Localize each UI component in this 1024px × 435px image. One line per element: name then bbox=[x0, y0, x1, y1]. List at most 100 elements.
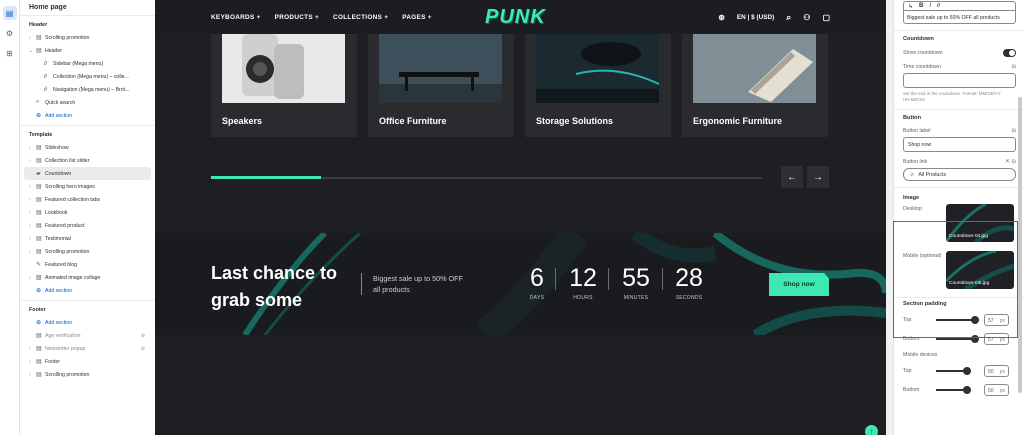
panel-gap bbox=[886, 0, 893, 435]
store-logo[interactable]: PUNK bbox=[485, 6, 546, 29]
sidebar-item-scrolling-promotion-footer[interactable]: › ▤ Scrolling promotion bbox=[20, 368, 155, 381]
sidebar-item-testimonial[interactable]: › ▤ Testimonial bbox=[20, 232, 155, 245]
sidebar-item-age-verification[interactable]: ▤ Age verification ⊘ bbox=[20, 329, 155, 342]
sidebar-item-scrolling-promotion-2[interactable]: › ▤ Scrolling promotion bbox=[20, 245, 155, 258]
add-section-footer-button[interactable]: ⊕ Add section bbox=[20, 316, 155, 329]
chevron-right-icon[interactable]: › bbox=[29, 158, 36, 164]
database-icon[interactable]: ⊟ bbox=[1012, 159, 1016, 165]
speakers-image bbox=[222, 34, 345, 103]
text-style-icon[interactable]: ↳ bbox=[908, 3, 913, 10]
section-icon: ▤ bbox=[36, 35, 42, 41]
chevron-right-icon[interactable]: › bbox=[29, 249, 36, 255]
button-link-input[interactable]: ⊘ All Products bbox=[903, 168, 1016, 181]
mobile-padding-top-input[interactable]: 50 px bbox=[984, 365, 1009, 377]
nav-keyboards[interactable]: KEYBOARDS + bbox=[211, 14, 261, 21]
add-section-template-button[interactable]: ⊕ Add section bbox=[20, 284, 155, 297]
nav-collections[interactable]: COLLECTIONS + bbox=[333, 14, 388, 21]
mobile-padding-bottom-slider[interactable] bbox=[936, 386, 971, 394]
cart-icon[interactable]: ▢ bbox=[822, 13, 830, 22]
plus-circle-icon: ⊕ bbox=[36, 320, 42, 326]
next-slide-button[interactable]: → bbox=[807, 166, 829, 188]
time-countdown-input[interactable] bbox=[903, 73, 1016, 88]
collection-card-office-furniture[interactable]: Office Furniture bbox=[368, 34, 514, 137]
eye-hidden-icon[interactable]: ⊘ bbox=[141, 346, 145, 352]
nav-products[interactable]: PRODUCTS + bbox=[275, 14, 319, 21]
sidebar-item-countdown[interactable]: ▰ Countdown bbox=[24, 167, 151, 180]
sidebar-block-collection-mega[interactable]: ∂ Collection (Mega menu) – colle... bbox=[20, 70, 155, 83]
chevron-right-icon[interactable]: › bbox=[29, 197, 36, 203]
mobile-padding-bottom-input[interactable]: 50 px bbox=[984, 384, 1009, 396]
slider-knob[interactable] bbox=[963, 386, 971, 394]
desktop-image-label: Desktop bbox=[903, 206, 923, 212]
inspector-scrollbar[interactable] bbox=[1018, 97, 1022, 393]
chevron-right-icon[interactable]: › bbox=[29, 184, 36, 190]
section-icon: ▤ bbox=[36, 48, 42, 54]
chevron-right-icon[interactable]: › bbox=[29, 346, 36, 352]
link-icon[interactable]: ∂ bbox=[937, 3, 940, 9]
database-icon[interactable]: ⊟ bbox=[1012, 128, 1016, 134]
sidebar-item-lookbook[interactable]: › ▤ Lookbook bbox=[20, 206, 155, 219]
countdown-divider bbox=[555, 268, 556, 290]
eye-hidden-icon[interactable]: ⊘ bbox=[141, 333, 145, 339]
chevron-down-icon[interactable]: ⌄ bbox=[29, 48, 36, 54]
section-icon: ▤ bbox=[36, 249, 42, 255]
sidebar-item-header[interactable]: ⌄ ▤ Header bbox=[20, 44, 155, 57]
storefront-preview: KEYBOARDS + PRODUCTS + COLLECTIONS + PAG… bbox=[155, 0, 886, 435]
chevron-right-icon[interactable]: › bbox=[29, 35, 36, 41]
sidebar-item-animated-image-collage[interactable]: › ▧ Animated image collage bbox=[20, 271, 155, 284]
scroll-top-button[interactable]: ↑ bbox=[865, 425, 878, 435]
account-icon[interactable]: ⚇ bbox=[803, 13, 810, 22]
section-icon: ▤ bbox=[36, 223, 42, 229]
sidebar-block-navigation-mega[interactable]: ∂ Navigation (Mega menu) – Brot... bbox=[20, 83, 155, 96]
prev-slide-button[interactable]: ← bbox=[781, 166, 803, 188]
shop-now-button[interactable]: Shop now bbox=[769, 273, 829, 296]
external-link-icon[interactable]: ⇱ bbox=[1006, 159, 1010, 165]
office-furniture-image bbox=[379, 34, 502, 103]
chevron-right-icon[interactable]: › bbox=[29, 359, 36, 365]
search-icon[interactable]: ⌕ bbox=[786, 12, 791, 23]
section-icon: ▤ bbox=[36, 145, 42, 151]
sidebar-item-featured-collection-tabs[interactable]: › ▤ Featured collection tabs bbox=[20, 193, 155, 206]
locale-selector[interactable]: EN | $ (USD) bbox=[737, 14, 774, 21]
database-icon[interactable]: ⊟ bbox=[1012, 64, 1016, 70]
sidebar-item-newsletter-popup[interactable]: › ▤ Newsletter popup ⊘ bbox=[20, 342, 155, 355]
sidebar-item-slideshow[interactable]: › ▤ Slideshow bbox=[20, 141, 155, 154]
nav-pages[interactable]: PAGES + bbox=[402, 14, 432, 21]
chevron-right-icon[interactable]: › bbox=[29, 372, 36, 378]
bold-icon[interactable]: B bbox=[919, 3, 923, 9]
collection-card-storage-solutions[interactable]: Storage Solutions bbox=[525, 34, 671, 137]
arrow-up-icon: ↑ bbox=[869, 427, 874, 435]
add-section-header-button[interactable]: ⊕ Add section bbox=[20, 109, 155, 122]
sidebar-item-collection-list-slider[interactable]: › ▤ Collection list slider bbox=[20, 154, 155, 167]
countdown-days: 6 DAYS bbox=[529, 264, 545, 301]
slider-knob[interactable] bbox=[963, 367, 971, 375]
sidebar-item-featured-blog[interactable]: ✎ Featured blog bbox=[20, 258, 155, 271]
slider-progress-fill bbox=[211, 176, 322, 179]
arrow-left-icon: ← bbox=[787, 171, 797, 183]
collection-card-speakers[interactable]: Speakers bbox=[211, 34, 357, 137]
sidebar-item-scrolling-hero-images[interactable]: › ▤ Scrolling hero images bbox=[20, 180, 155, 193]
button-label-input[interactable]: Shop now bbox=[903, 137, 1016, 152]
sidebar-block-sidebar-mega[interactable]: ∂ Sidebar (Mega menu) bbox=[20, 57, 155, 70]
sidebar-item-scrolling-promotion[interactable]: › ▤ Scrolling promotion bbox=[20, 31, 155, 44]
chevron-right-icon[interactable]: › bbox=[29, 236, 36, 242]
settings-gear-icon[interactable]: ⚙ bbox=[3, 26, 17, 40]
padding-bottom-slider[interactable] bbox=[936, 335, 979, 343]
sidebar-block-quick-search[interactable]: ⌕ Quick search bbox=[20, 96, 155, 109]
mobile-padding-top-slider[interactable] bbox=[936, 367, 971, 375]
chevron-right-icon[interactable]: › bbox=[29, 145, 36, 151]
italic-icon[interactable]: I bbox=[929, 3, 931, 9]
sidebar-item-footer[interactable]: › ▤ Footer bbox=[20, 355, 155, 368]
chevron-right-icon[interactable]: › bbox=[29, 210, 36, 216]
sidebar-item-featured-product[interactable]: › ▤ Featured product bbox=[20, 219, 155, 232]
collection-card-ergonomic-furniture[interactable]: Ergonomic Furniture bbox=[682, 34, 828, 137]
chevron-right-icon[interactable]: › bbox=[29, 223, 36, 229]
chevron-right-icon[interactable]: › bbox=[29, 275, 36, 281]
sections-icon[interactable]: ▤ bbox=[2, 6, 17, 20]
apps-icon[interactable]: ⊞ bbox=[3, 46, 17, 60]
show-countdown-row: Show countdown bbox=[903, 49, 1016, 57]
edit-icon: ✎ bbox=[36, 262, 42, 268]
icon-rail: ▤ ⚙ ⊞ bbox=[0, 0, 20, 435]
show-countdown-toggle[interactable] bbox=[1003, 49, 1016, 57]
subheading-richtext-input[interactable]: Biggest sale up to 50% OFF all products bbox=[903, 10, 1016, 24]
